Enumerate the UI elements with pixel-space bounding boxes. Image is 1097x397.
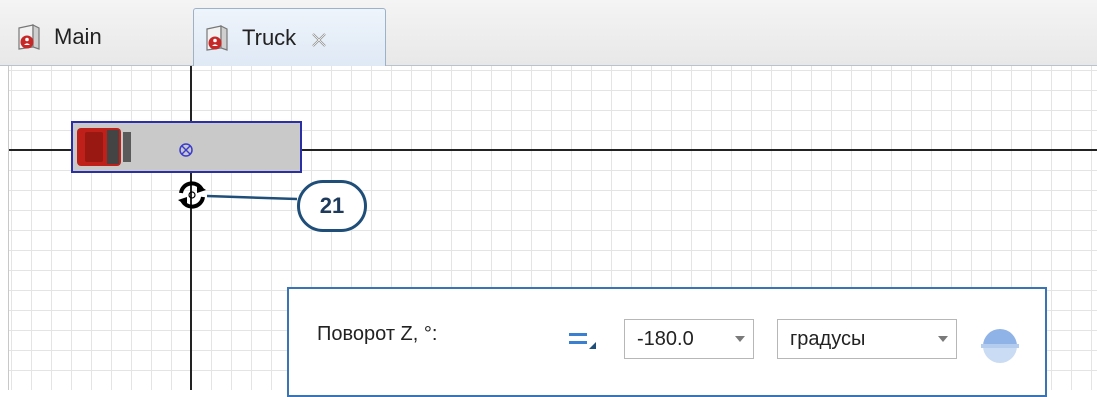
half-sphere-icon[interactable] [979,325,1021,367]
static-value-icon[interactable] [569,331,597,351]
truck-cab [77,128,131,166]
tab-main[interactable]: Main [8,8,188,65]
properties-panel: Поворот Z, °: -180.0 градусы [287,287,1047,397]
units-combo[interactable]: градусы [777,319,957,359]
tab-main-label: Main [54,23,102,49]
chevron-down-icon[interactable] [727,320,753,358]
rotation-angle-value: -180.0 [637,327,694,350]
y-axis-line [190,66,192,390]
tab-truck[interactable]: Truck [193,8,386,66]
agent-icon [16,23,42,51]
rotation-z-label: Поворот Z, °: [317,323,438,345]
rotation-angle-combo[interactable]: -180.0 [624,319,754,359]
agent-icon [204,24,230,52]
callout-leader-line [207,194,297,201]
rotate-handle-icon[interactable] [175,178,209,212]
close-icon[interactable] [310,29,328,47]
callout-number: 21 [297,180,367,232]
chevron-down-icon[interactable] [930,320,956,358]
units-value: градусы [790,327,866,350]
editor-tab-bar: Main Truck [0,0,1097,66]
tab-truck-label: Truck [242,24,297,50]
truck-shape[interactable] [71,121,302,173]
origin-crosshair-icon[interactable] [177,141,195,159]
